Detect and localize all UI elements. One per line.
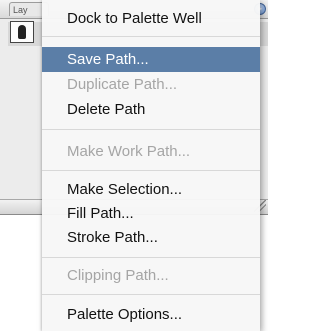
menu-item-palette-options[interactable]: Palette Options... — [42, 302, 260, 327]
menu-separator — [42, 129, 260, 130]
path-thumbnail-icon[interactable] — [10, 21, 34, 43]
palette-menu: Dock to Palette Well Save Path... Duplic… — [42, 0, 260, 331]
menu-separator — [42, 36, 260, 37]
menu-separator — [42, 294, 260, 295]
menu-item-dock-to-palette-well[interactable]: Dock to Palette Well — [42, 6, 260, 31]
menu-item-delete-path[interactable]: Delete Path — [42, 97, 260, 122]
menu-item-make-selection[interactable]: Make Selection... — [42, 177, 260, 202]
menu-item-clipping-path: Clipping Path... — [67, 267, 169, 284]
menu-separator — [42, 257, 260, 258]
menu-item-duplicate-path: Duplicate Path... — [67, 76, 178, 93]
menu-item-stroke-path[interactable]: Stroke Path... — [42, 225, 260, 250]
menu-item-save-path[interactable]: Save Path... — [42, 47, 260, 72]
menu-item-make-work-path: Make Work Path... — [67, 143, 191, 160]
menu-separator — [42, 170, 260, 171]
menu-item-fill-path[interactable]: Fill Path... — [42, 201, 260, 226]
